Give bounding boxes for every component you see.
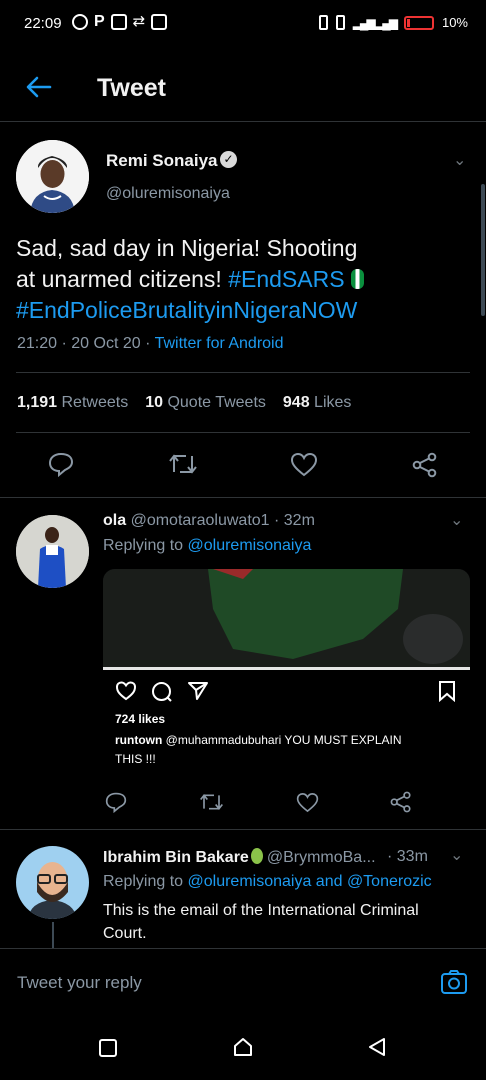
reply1-like-icon[interactable] bbox=[296, 792, 319, 813]
reply2-header: Ibrahim Bin Bakare @BrymmoBa... bbox=[103, 848, 376, 867]
retweet-notification-icon: ⇄ bbox=[132, 13, 146, 30]
home-icon[interactable] bbox=[232, 1036, 254, 1058]
hashtag-endsars[interactable]: #EndSARS bbox=[228, 266, 344, 292]
notification-icons: P ⇄ bbox=[72, 13, 168, 30]
ig-likes: 724 likes bbox=[115, 712, 166, 726]
reply2-text-line1: This is the email of the International C… bbox=[103, 902, 419, 919]
author-handle[interactable]: @oluremisonaiya bbox=[106, 185, 230, 203]
reply2-time: · 33m bbox=[387, 848, 428, 865]
scrollbar[interactable] bbox=[481, 184, 485, 316]
battery-icon bbox=[403, 15, 434, 30]
battery-level: 10% bbox=[441, 15, 468, 30]
system-nav-bar bbox=[0, 1012, 486, 1080]
reply2-name[interactable]: Ibrahim Bin Bakare bbox=[103, 849, 249, 866]
tweet-text: Sad, sad day in Nigeria! Shooting at una… bbox=[16, 233, 456, 326]
reply2-text-line2: Court. bbox=[103, 925, 147, 942]
replying-prefix: Replying to bbox=[103, 873, 188, 890]
reply2-menu-chevron-icon[interactable]: ⌄ bbox=[450, 845, 463, 865]
verified-badge-icon: ✓ bbox=[220, 151, 237, 168]
status-right: ▂▄▆ ▂▄▆ 10% bbox=[318, 15, 468, 30]
media-progress-bar bbox=[103, 667, 470, 670]
ig-caption-user: runtown bbox=[115, 733, 163, 747]
reply1-header: ola @omotaraoluwato1 · 32m bbox=[103, 512, 315, 530]
status-bar: 22:09 P ⇄ ▂▄▆ ▂▄▆ 10% bbox=[0, 0, 486, 46]
nigeria-flag-icon bbox=[350, 269, 364, 289]
ig-caption-text: @muhammadubuhari YOU MUST EXPLAIN bbox=[162, 733, 402, 747]
like-icon[interactable] bbox=[290, 452, 318, 477]
divider bbox=[0, 497, 486, 498]
activity-icon bbox=[151, 14, 168, 30]
reply1-replying: Replying to @oluremisonaiya bbox=[103, 537, 311, 555]
camera-icon[interactable] bbox=[440, 969, 468, 995]
whatsapp-icon bbox=[72, 14, 88, 30]
recent-apps-icon[interactable] bbox=[98, 1038, 118, 1058]
replying-to-link[interactable]: @oluremisonaiya bbox=[188, 537, 312, 554]
divider bbox=[16, 432, 470, 433]
tweet-source[interactable]: Twitter for Android bbox=[155, 335, 284, 352]
avocado-emoji-icon bbox=[250, 848, 263, 864]
replying-to-link[interactable]: @oluremisonaiya and @Tonerozic bbox=[188, 873, 432, 890]
back-nav-icon[interactable] bbox=[366, 1036, 388, 1058]
reply-icon[interactable] bbox=[48, 451, 74, 477]
signal-icon: ▂▄▆ ▂▄▆ bbox=[352, 15, 398, 30]
reply1-reply-icon[interactable] bbox=[105, 791, 127, 813]
divider bbox=[0, 829, 486, 830]
ig-bookmark-icon bbox=[439, 681, 455, 702]
tweet-menu-chevron-icon[interactable]: ⌄ bbox=[453, 150, 466, 170]
thread-line bbox=[52, 922, 54, 948]
divider bbox=[16, 372, 470, 373]
tweet-text-line2: at unarmed citizens! #EndSARS bbox=[16, 264, 456, 295]
reply-bar: Tweet your reply bbox=[0, 948, 486, 1012]
reply1-handle-time[interactable]: @omotaraoluwato1 · 32m bbox=[131, 512, 315, 529]
likes-stat[interactable]: 948 Likes bbox=[283, 394, 352, 412]
ig-like-icon bbox=[115, 681, 137, 701]
reply-input[interactable]: Tweet your reply bbox=[17, 973, 142, 993]
quote-tweets-stat[interactable]: 10 Quote Tweets bbox=[145, 394, 266, 412]
ig-caption-line1: runtown @muhammadubuhari YOU MUST EXPLAI… bbox=[115, 731, 402, 750]
reply1-name[interactable]: ola bbox=[103, 512, 126, 529]
back-arrow-icon[interactable] bbox=[24, 72, 54, 102]
replying-prefix: Replying to bbox=[103, 537, 188, 554]
retweets-stat[interactable]: 1,191 Retweets bbox=[17, 394, 128, 412]
tweet-stats: 1,191 Retweets 10 Quote Tweets 948 Likes bbox=[17, 394, 351, 412]
hashtag-endpolicebrutality[interactable]: #EndPoliceBrutalityinNigeraNOW bbox=[16, 295, 456, 326]
p-app-icon: P bbox=[94, 13, 105, 30]
reply2-replying: Replying to @oluremisonaiya and @Toneroz… bbox=[103, 873, 432, 891]
share-icon[interactable] bbox=[412, 452, 438, 478]
tweet-timestamp: 21:20 · 20 Oct 20 · bbox=[17, 335, 155, 352]
ig-comment-icon bbox=[152, 682, 172, 702]
phone-icon bbox=[318, 15, 328, 30]
author-name[interactable]: Remi Sonaiya bbox=[106, 151, 218, 171]
reply1-media[interactable] bbox=[103, 569, 470, 668]
ig-send-icon bbox=[188, 682, 208, 700]
author-avatar[interactable] bbox=[16, 140, 89, 213]
page-title: Tweet bbox=[97, 74, 166, 102]
tweet-text-line1: Sad, sad day in Nigeria! Shooting bbox=[16, 235, 358, 261]
reply2-handle[interactable]: @BrymmoBa... bbox=[267, 849, 376, 866]
reply2-avatar[interactable] bbox=[16, 846, 89, 919]
reply-avatar[interactable] bbox=[16, 515, 89, 588]
reply1-menu-chevron-icon[interactable]: ⌄ bbox=[450, 510, 463, 530]
tweet-meta: 21:20 · 20 Oct 20 · Twitter for Android bbox=[17, 335, 284, 353]
reply1-share-icon[interactable] bbox=[390, 791, 412, 813]
tweet-text-plain: at unarmed citizens! bbox=[16, 266, 229, 292]
reply2-text: This is the email of the International C… bbox=[103, 899, 419, 945]
gallery-icon bbox=[110, 14, 127, 30]
ig-caption: runtown @muhammadubuhari YOU MUST EXPLAI… bbox=[115, 731, 402, 769]
reply1-retweet-icon[interactable] bbox=[199, 792, 224, 812]
retweet-icon[interactable] bbox=[168, 452, 198, 476]
status-time: 22:09 bbox=[24, 15, 62, 32]
ig-caption-line2: THIS !!! bbox=[115, 752, 156, 766]
app-bar: Tweet bbox=[0, 58, 486, 122]
vibrate-icon bbox=[335, 15, 345, 30]
